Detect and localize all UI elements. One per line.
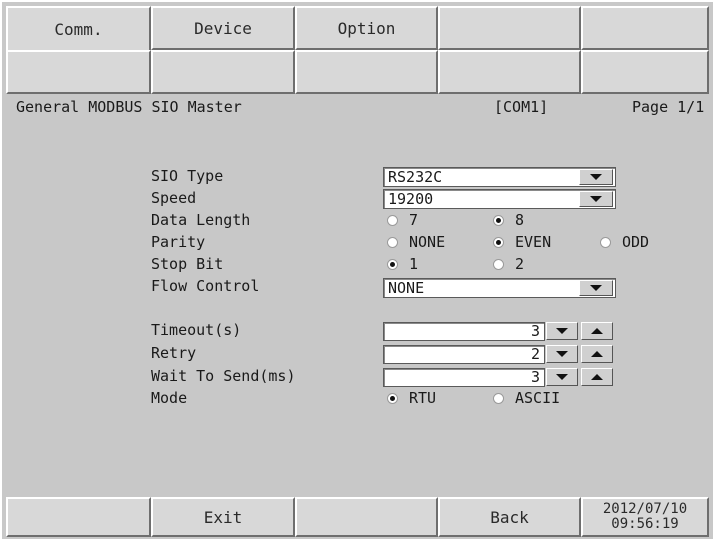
stop-bit-1-label: 1 xyxy=(409,255,419,273)
radio-dot-selected xyxy=(387,258,398,270)
parity-odd-label: ODD xyxy=(622,233,650,251)
tab-empty-1 xyxy=(438,6,581,50)
label-speed: Speed xyxy=(151,189,197,207)
label-data-length: Data Length xyxy=(151,211,251,229)
radio-dot xyxy=(600,236,611,248)
arrow-up-icon xyxy=(591,374,603,380)
timeout-input[interactable]: 3 xyxy=(383,322,545,341)
tab-option[interactable]: Option xyxy=(295,6,438,50)
time-text: 09:56:19 xyxy=(611,516,679,532)
stop-bit-1-radio[interactable]: 1 xyxy=(387,255,418,273)
date-text: 2012/07/10 xyxy=(602,501,688,517)
chevron-down-icon xyxy=(590,196,602,202)
footer-bar: Exit Back 2012/07/10 09:56:19 xyxy=(6,497,709,537)
retry-input[interactable]: 2 xyxy=(383,345,545,364)
radio-dot xyxy=(493,392,504,404)
radio-dot xyxy=(387,214,398,226)
chevron-down-icon xyxy=(590,285,602,291)
flow-control-value: NONE xyxy=(388,279,425,297)
radio-dot xyxy=(493,258,504,270)
data-length-7-label: 7 xyxy=(409,211,419,229)
data-length-8-label: 8 xyxy=(515,211,525,229)
arrow-down-icon xyxy=(556,328,568,334)
speed-select[interactable]: 19200 xyxy=(383,189,616,209)
flow-control-select[interactable]: NONE xyxy=(383,278,616,298)
tab-option-label: Option xyxy=(337,18,396,38)
timeout-increment-button[interactable] xyxy=(581,322,613,340)
exit-button-label: Exit xyxy=(203,507,243,527)
data-length-8-radio[interactable]: 8 xyxy=(493,211,524,229)
mode-ascii-radio[interactable]: ASCII xyxy=(493,389,560,407)
page-indicator: Page 1/1 xyxy=(632,98,705,116)
radio-dot-selected xyxy=(387,392,398,404)
label-flow-control: Flow Control xyxy=(151,277,260,295)
data-length-7-radio[interactable]: 7 xyxy=(387,211,418,229)
arrow-down-icon xyxy=(556,351,568,357)
exit-button[interactable]: Exit xyxy=(151,497,295,537)
sio-type-select[interactable]: RS232C xyxy=(383,167,616,187)
label-wait-to-send: Wait To Send(ms) xyxy=(151,367,296,385)
label-mode: Mode xyxy=(151,389,188,407)
mode-ascii-label: ASCII xyxy=(515,389,561,407)
timeout-decrement-button[interactable] xyxy=(546,322,578,340)
parity-none-label: NONE xyxy=(409,233,446,251)
mode-rtu-radio[interactable]: RTU xyxy=(387,389,436,407)
port-label: [COM1] xyxy=(494,98,549,116)
tab-comm[interactable]: Comm. xyxy=(6,6,151,50)
label-parity: Parity xyxy=(151,233,206,251)
label-stop-bit: Stop Bit xyxy=(151,255,224,273)
tab-row2-cell-1 xyxy=(6,50,151,94)
arrow-up-icon xyxy=(591,328,603,334)
datetime-display: 2012/07/10 09:56:19 xyxy=(581,497,709,537)
parity-odd-radio[interactable]: ODD xyxy=(600,233,649,251)
radio-dot-selected xyxy=(493,236,504,248)
tab-comm-label: Comm. xyxy=(54,19,103,39)
stop-bit-2-label: 2 xyxy=(515,255,525,273)
back-button-label: Back xyxy=(490,507,529,527)
tab-row2-cell-5 xyxy=(581,50,709,94)
stop-bit-2-radio[interactable]: 2 xyxy=(493,255,524,273)
tab-empty-2 xyxy=(581,6,709,50)
sio-type-dropdown-button[interactable] xyxy=(579,169,613,185)
radio-dot xyxy=(387,236,398,248)
tab-bar: Comm. Device Option xyxy=(6,6,709,94)
tab-row2-cell-3 xyxy=(295,50,438,94)
parity-even-label: EVEN xyxy=(515,233,552,251)
mode-rtu-label: RTU xyxy=(409,389,437,407)
arrow-up-icon xyxy=(591,351,603,357)
tab-device-label: Device xyxy=(194,18,252,38)
label-timeout: Timeout(s) xyxy=(151,321,242,339)
footer-empty-2 xyxy=(295,497,438,537)
retry-decrement-button[interactable] xyxy=(546,345,578,363)
driver-title: General MODBUS SIO Master xyxy=(16,98,242,116)
speed-dropdown-button[interactable] xyxy=(579,191,613,207)
speed-value: 19200 xyxy=(388,190,434,208)
tab-row2-cell-4 xyxy=(438,50,581,94)
chevron-down-icon xyxy=(590,174,602,180)
wait-to-send-input[interactable]: 3 xyxy=(383,368,545,387)
flow-control-dropdown-button[interactable] xyxy=(579,280,613,296)
tab-device[interactable]: Device xyxy=(151,6,295,50)
wait-to-send-decrement-button[interactable] xyxy=(546,368,578,386)
arrow-down-icon xyxy=(556,374,568,380)
back-button[interactable]: Back xyxy=(438,497,581,537)
tab-row2-cell-2 xyxy=(151,50,295,94)
radio-dot-selected xyxy=(493,214,504,226)
parity-none-radio[interactable]: NONE xyxy=(387,233,445,251)
retry-increment-button[interactable] xyxy=(581,345,613,363)
wait-to-send-increment-button[interactable] xyxy=(581,368,613,386)
sio-type-value: RS232C xyxy=(388,168,443,186)
parity-even-radio[interactable]: EVEN xyxy=(493,233,551,251)
footer-empty-1 xyxy=(6,497,151,537)
label-retry: Retry xyxy=(151,344,197,362)
label-sio-type: SIO Type xyxy=(151,167,224,185)
